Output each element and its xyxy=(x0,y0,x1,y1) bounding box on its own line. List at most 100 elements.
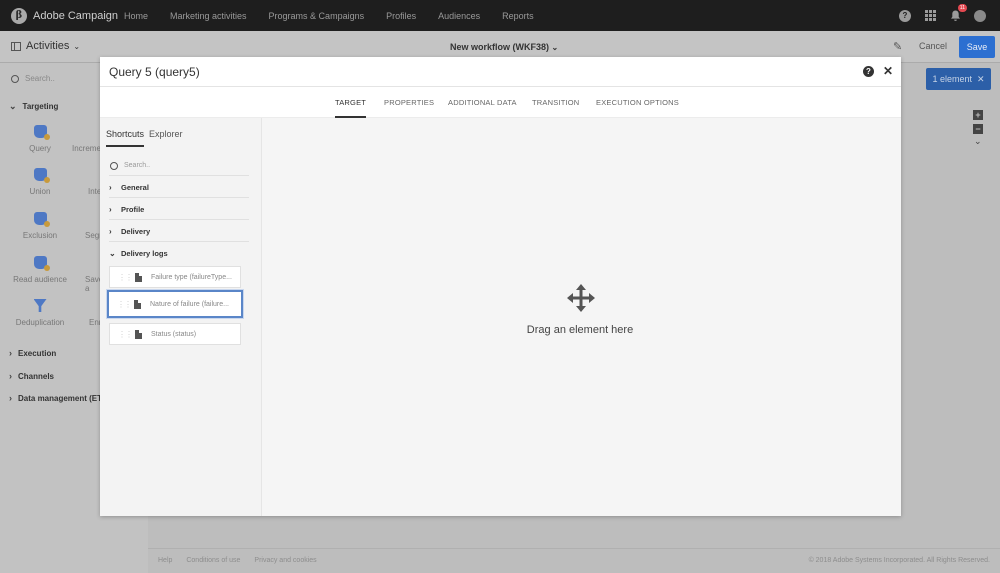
chevron-right-icon: › xyxy=(9,393,12,403)
workflow-title-text: New workflow (WKF38) xyxy=(450,42,550,52)
element-count-label: 1 element xyxy=(932,74,972,84)
modal-title: Query 5 (query5) xyxy=(109,65,200,79)
activity-label: Query xyxy=(29,144,51,153)
section-data-management[interactable]: › Data management (ETL) xyxy=(9,393,110,403)
app-name[interactable]: Adobe Campaign xyxy=(33,10,118,22)
document-icon xyxy=(135,329,142,339)
tree-label: Delivery logs xyxy=(121,249,168,258)
section-label: Execution xyxy=(18,348,57,358)
nav-home[interactable]: Home xyxy=(124,11,148,21)
document-icon xyxy=(135,272,142,282)
chevron-down-icon: ⌄ xyxy=(9,101,17,111)
activity-incremental[interactable]: Incrementa xyxy=(72,125,102,153)
chevron-right-icon: › xyxy=(9,348,12,358)
notification-badge: 11 xyxy=(957,3,967,12)
funnel-icon xyxy=(33,299,47,312)
move-icon xyxy=(567,284,595,312)
palette-search[interactable]: Search.. xyxy=(11,74,55,83)
database-icon xyxy=(33,212,50,227)
tab-shortcuts[interactable]: Shortcuts xyxy=(106,129,145,147)
chevron-down-icon: ⌄ xyxy=(73,41,81,51)
user-avatar[interactable] xyxy=(974,9,986,22)
nav-reports[interactable]: Reports xyxy=(502,11,534,21)
tree-item-delivery[interactable]: › Delivery xyxy=(109,221,249,242)
search-icon xyxy=(110,161,118,170)
database-icon xyxy=(33,125,50,140)
pencil-icon[interactable]: ✎ xyxy=(893,40,902,53)
activities-toggle[interactable]: Activities ⌄ xyxy=(11,40,80,52)
tree-item-profile[interactable]: › Profile xyxy=(109,199,249,220)
activity-query[interactable]: Query xyxy=(10,125,70,153)
activities-label: Activities xyxy=(26,40,70,52)
query-modal: Query 5 (query5) ? ✕ TARGET PROPERTIES A… xyxy=(100,57,901,516)
nav-audiences[interactable]: Audiences xyxy=(438,11,480,21)
activity-label: Union xyxy=(29,187,51,196)
field-nature-of-failure[interactable]: ⋮⋮ Nature of failure (failure... xyxy=(107,290,243,318)
tree-label: Profile xyxy=(121,204,145,214)
tree-item-delivery-logs[interactable]: ⌄ Delivery logs xyxy=(109,243,249,264)
tab-properties[interactable]: PROPERTIES xyxy=(384,98,434,107)
drag-handle-icon[interactable]: ⋮⋮ xyxy=(118,273,133,282)
field-label: Failure type (failureType... xyxy=(151,273,232,281)
field-failure-type[interactable]: ⋮⋮ Failure type (failureType... xyxy=(109,266,241,288)
activity-label: Incrementa xyxy=(72,144,102,153)
chevron-down-icon: ⌄ xyxy=(551,43,559,52)
section-label: Targeting xyxy=(22,102,59,111)
footer: Help Conditions of use Privacy and cooki… xyxy=(148,548,1000,573)
fields-search-input[interactable]: Search.. xyxy=(109,156,249,176)
nav-profiles[interactable]: Profiles xyxy=(386,11,416,21)
section-channels[interactable]: › Channels xyxy=(9,371,54,381)
footer-link-help[interactable]: Help xyxy=(158,557,172,564)
tab-additional-data[interactable]: ADDITIONAL DATA xyxy=(448,98,517,107)
adobe-campaign-logo[interactable]: β xyxy=(11,7,27,24)
save-button[interactable]: Save xyxy=(959,36,995,58)
chevron-right-icon: › xyxy=(109,204,112,214)
help-icon[interactable]: ? xyxy=(899,9,911,22)
drop-zone-text: Drag an element here xyxy=(526,324,634,336)
chevron-down-icon[interactable]: ⌄ xyxy=(974,136,982,147)
footer-link-conditions[interactable]: Conditions of use xyxy=(186,557,240,564)
bell-icon[interactable]: 11 xyxy=(949,3,967,22)
chevron-down-icon: ⌄ xyxy=(109,249,116,258)
section-label: Data management (ETL) xyxy=(18,393,110,403)
close-icon[interactable]: ✕ xyxy=(977,74,985,85)
footer-link-privacy[interactable]: Privacy and cookies xyxy=(254,557,316,564)
help-icon[interactable]: ? xyxy=(863,66,874,77)
tab-target[interactable]: TARGET xyxy=(335,98,367,118)
modal-header: Query 5 (query5) ? ✕ xyxy=(100,57,901,87)
palette-search-placeholder: Search.. xyxy=(25,74,55,83)
activity-union[interactable]: Union xyxy=(10,168,70,196)
zoom-out-icon[interactable]: − xyxy=(973,124,983,134)
tab-explorer[interactable]: Explorer xyxy=(149,129,183,139)
document-icon xyxy=(134,299,141,309)
activity-exclusion[interactable]: Exclusion xyxy=(10,212,70,240)
cancel-button[interactable]: Cancel xyxy=(919,41,947,51)
close-icon[interactable]: ✕ xyxy=(883,64,893,78)
tab-transition[interactable]: TRANSITION xyxy=(532,98,579,107)
selected-elements-pill[interactable]: 1 element ✕ xyxy=(926,68,991,90)
database-icon xyxy=(33,168,50,183)
apps-grid-icon[interactable] xyxy=(924,9,936,22)
field-label: Status (status) xyxy=(151,330,197,338)
workflow-title[interactable]: New workflow (WKF38) ⌄ xyxy=(450,42,558,52)
nav-marketing-activities[interactable]: Marketing activities xyxy=(170,11,247,21)
section-execution[interactable]: › Execution xyxy=(9,348,56,358)
drop-zone[interactable]: Drag an element here xyxy=(262,118,901,516)
nav-programs-campaigns[interactable]: Programs & Campaigns xyxy=(269,11,365,21)
tree-item-general[interactable]: › General xyxy=(109,177,249,198)
field-status[interactable]: ⋮⋮ Status (status) xyxy=(109,323,241,345)
activity-label: Read audience xyxy=(13,275,67,284)
activity-deduplication[interactable]: Deduplication xyxy=(10,299,70,327)
zoom-in-icon[interactable]: + xyxy=(973,110,983,120)
activity-read-audience[interactable]: Read audience xyxy=(10,256,70,284)
section-targeting[interactable]: ⌄ Targeting xyxy=(9,101,58,112)
section-label: Channels xyxy=(18,371,55,381)
drag-handle-icon[interactable]: ⋮⋮ xyxy=(118,330,133,339)
database-icon xyxy=(33,256,50,271)
tree-label: Delivery xyxy=(121,226,151,236)
modal-tabs: TARGET PROPERTIES ADDITIONAL DATA TRANSI… xyxy=(100,88,901,118)
drag-handle-icon[interactable]: ⋮⋮ xyxy=(117,300,132,309)
chevron-right-icon: › xyxy=(109,182,112,192)
tab-execution-options[interactable]: EXECUTION OPTIONS xyxy=(596,98,679,107)
search-icon xyxy=(11,74,19,83)
